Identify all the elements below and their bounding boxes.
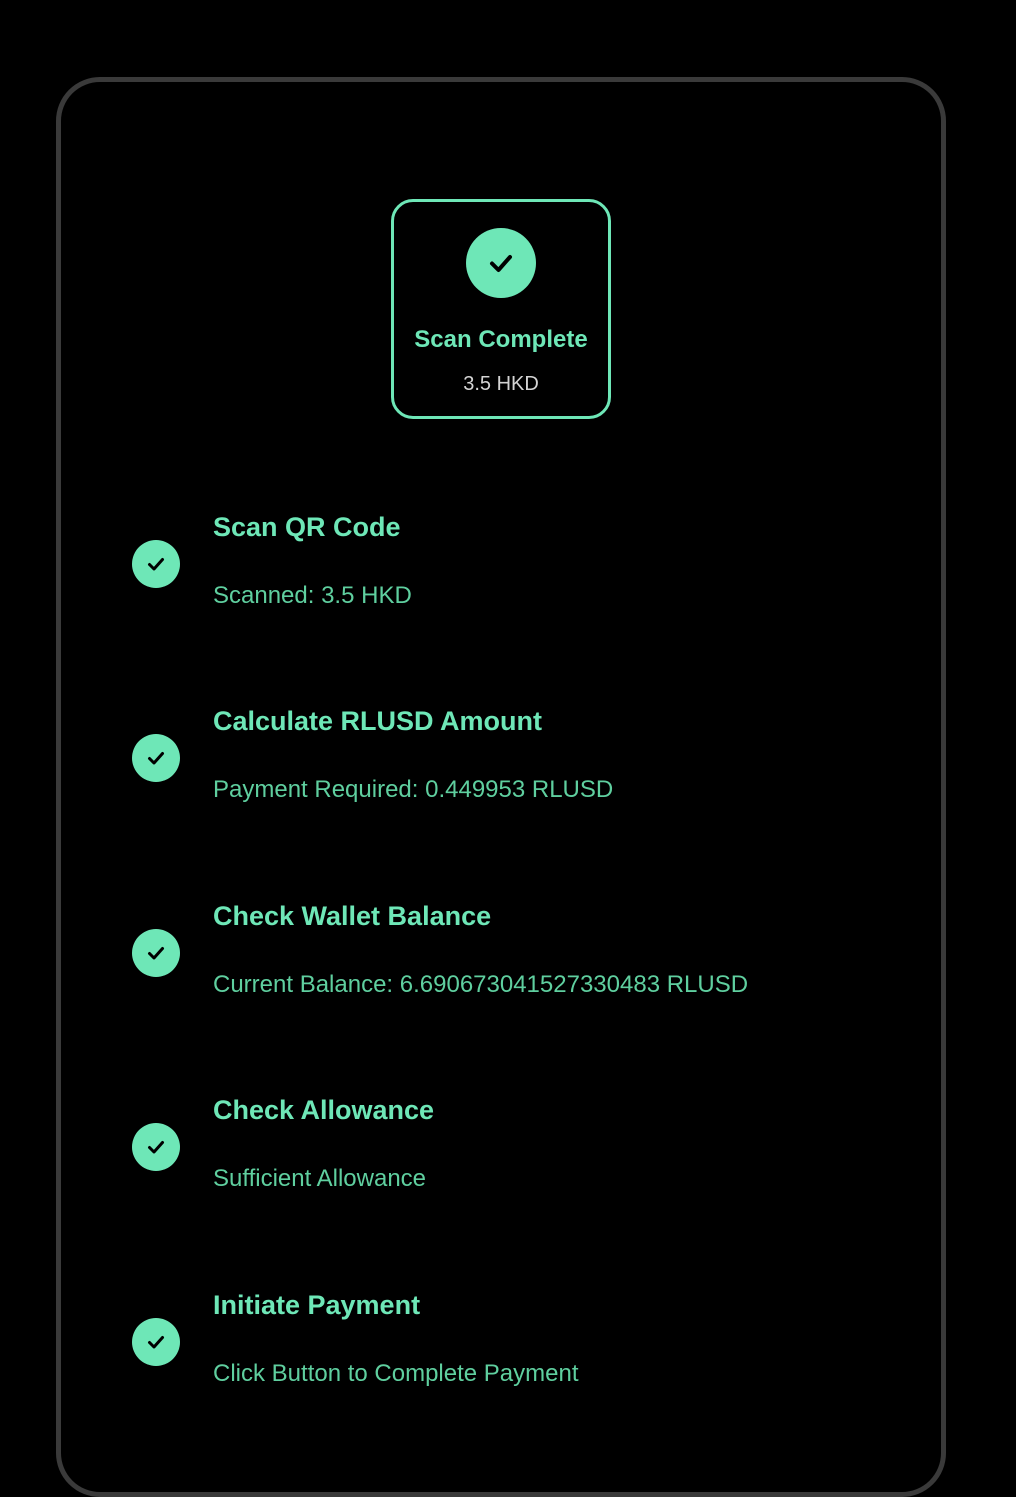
step-check-allowance: Check Allowance Sufficient Allowance xyxy=(132,1095,912,1205)
scan-amount: 3.5 HKD xyxy=(463,373,539,395)
check-circle-icon xyxy=(132,540,180,588)
step-detail: Click Button to Complete Payment xyxy=(213,1360,579,1387)
step-title: Calculate RLUSD Amount xyxy=(213,706,543,736)
check-circle-icon xyxy=(132,734,180,782)
check-circle-icon xyxy=(132,1123,180,1171)
check-circle-icon xyxy=(132,1318,180,1366)
step-title: Check Wallet Balance xyxy=(213,901,492,931)
scan-status-card: Scan Complete 3.5 HKD xyxy=(391,199,611,419)
step-detail: Sufficient Allowance xyxy=(213,1165,427,1192)
step-detail: Payment Required: 0.449953 RLUSD xyxy=(213,776,614,803)
scan-status-title: Scan Complete xyxy=(414,326,588,353)
step-detail: Current Balance: 6.690673041527330483 RL… xyxy=(213,971,749,998)
check-circle-icon xyxy=(132,929,180,977)
step-title: Initiate Payment xyxy=(213,1290,421,1320)
step-initiate-payment: Initiate Payment Click Button to Complet… xyxy=(132,1290,912,1400)
step-detail: Scanned: 3.5 HKD xyxy=(213,582,412,609)
step-title: Scan QR Code xyxy=(213,512,401,542)
step-scan-qr-code: Scan QR Code Scanned: 3.5 HKD xyxy=(132,512,912,622)
step-title: Check Allowance xyxy=(213,1095,435,1125)
check-circle-icon xyxy=(466,228,536,298)
step-calculate-rlusd-amount: Calculate RLUSD Amount Payment Required:… xyxy=(132,706,912,816)
step-check-wallet-balance: Check Wallet Balance Current Balance: 6.… xyxy=(132,901,912,1011)
